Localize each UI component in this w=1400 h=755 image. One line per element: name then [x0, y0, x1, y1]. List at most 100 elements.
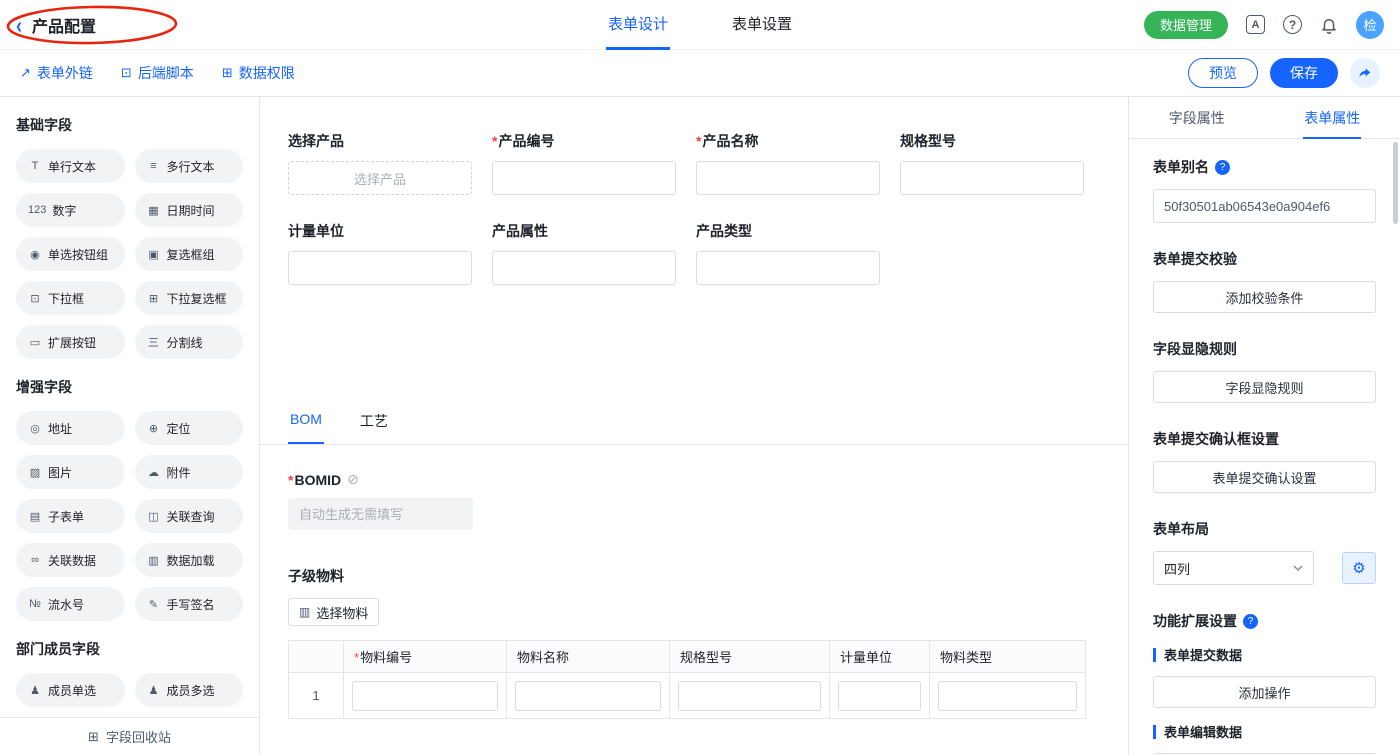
select-material-label: 选择物料	[316, 603, 368, 622]
col-material-code: *物料编号	[344, 641, 507, 673]
divider-icon: 三	[147, 334, 161, 350]
save-button[interactable]: 保存	[1270, 58, 1338, 88]
back-icon[interactable]: ‹	[16, 13, 22, 36]
data-manage-button[interactable]: 数据管理	[1144, 11, 1228, 39]
eye-off-icon[interactable]: ⊘	[347, 471, 359, 488]
field-item-single-line-text[interactable]: T 单行文本	[16, 149, 125, 183]
field-item-image[interactable]: ▨ 图片	[16, 455, 125, 489]
field-item-address[interactable]: ◎ 地址	[16, 411, 125, 445]
submit-data-add-button[interactable]: 添加操作	[1153, 676, 1376, 708]
field-product-attr[interactable]: 产品属性	[492, 221, 676, 285]
field-item-label: 关联查询	[167, 508, 215, 525]
bomid-input[interactable]	[288, 498, 473, 530]
field-item-label: 手写签名	[167, 596, 215, 613]
scrollbar-thumb[interactable]	[1393, 142, 1398, 224]
confirm-dialog-button[interactable]: 表单提交确认设置	[1153, 461, 1376, 493]
add-validation-button[interactable]: 添加校验条件	[1153, 281, 1376, 313]
layout-select-value: 四列	[1164, 559, 1190, 578]
main-area: 基础字段 T 单行文本 ≡ 多行文本 123 数字 ▦ 日期时间	[0, 97, 1400, 755]
select-material-button[interactable]: ▥ 选择物料	[288, 598, 379, 626]
field-item-number[interactable]: 123 数字	[16, 193, 125, 227]
signature-icon: ✎	[147, 598, 161, 611]
field-label: 选择产品	[288, 131, 344, 151]
form-external-link[interactable]: ↗ 表单外链	[20, 63, 93, 83]
field-item-select[interactable]: ⊡ 下拉框	[16, 281, 125, 315]
spec-model-input[interactable]	[900, 161, 1084, 195]
gear-icon: ⚙	[1352, 559, 1365, 577]
tab-field-properties[interactable]: 字段属性	[1129, 97, 1265, 138]
field-spec-model[interactable]: 规格型号	[900, 131, 1084, 195]
field-item-signature[interactable]: ✎ 手写签名	[135, 587, 244, 621]
confirm-dialog-section: 表单提交确认框设置 表单提交确认设置	[1153, 429, 1376, 493]
field-item-multi-select[interactable]: ⊞ 下拉复选框	[135, 281, 244, 315]
field-item-divider[interactable]: 三 分割线	[135, 325, 244, 359]
field-item-radio-group[interactable]: ◉ 单选按钮组	[16, 237, 125, 271]
tab-bom[interactable]: BOM	[288, 403, 324, 444]
field-unit[interactable]: 计量单位	[288, 221, 472, 285]
field-item-label: 子表单	[48, 508, 84, 525]
field-bomid[interactable]: * BOMID ⊘	[288, 471, 1100, 530]
preview-button[interactable]: 预览	[1188, 58, 1258, 88]
product-attr-input[interactable]	[492, 251, 676, 285]
product-name-input[interactable]	[696, 161, 880, 195]
tab-form-settings[interactable]: 表单设置	[730, 0, 794, 50]
field-item-label: 附件	[167, 464, 191, 481]
tab-process[interactable]: 工艺	[358, 403, 390, 444]
dropdown-multi-icon: ⊞	[147, 292, 161, 305]
field-item-related-query[interactable]: ◫ 关联查询	[135, 499, 244, 533]
material-unit-input[interactable]	[838, 681, 921, 711]
field-select-product[interactable]: 选择产品 选择产品	[288, 131, 472, 195]
layout-select[interactable]: 四列	[1153, 551, 1314, 585]
help-icon[interactable]: ?	[1215, 160, 1230, 175]
field-product-type[interactable]: 产品类型	[696, 221, 880, 285]
field-item-multi-line-text[interactable]: ≡ 多行文本	[135, 149, 244, 183]
field-item-serial-number[interactable]: № 流水号	[16, 587, 125, 621]
help-icon[interactable]: ?	[1283, 15, 1302, 34]
permission-icon: ⊞	[222, 65, 233, 81]
field-item-attachment[interactable]: ☁ 附件	[135, 455, 244, 489]
visibility-rules-button[interactable]: 字段显隐规则	[1153, 371, 1376, 403]
required-asterisk: *	[492, 133, 497, 149]
field-item-datetime[interactable]: ▦ 日期时间	[135, 193, 244, 227]
field-product-code[interactable]: * 产品编号	[492, 131, 676, 195]
avatar[interactable]: 检	[1356, 11, 1384, 39]
field-item-member-single[interactable]: ♟ 成员单选	[16, 673, 125, 707]
unit-input[interactable]	[288, 251, 472, 285]
required-asterisk: *	[696, 133, 701, 149]
tab-form-design[interactable]: 表单设计	[606, 0, 670, 50]
field-item-checkbox-group[interactable]: ▣ 复选框组	[135, 237, 244, 271]
field-item-location[interactable]: ⊕ 定位	[135, 411, 244, 445]
layout-gear-button[interactable]: ⚙	[1342, 552, 1376, 584]
material-code-input[interactable]	[352, 681, 498, 711]
material-spec-input[interactable]	[678, 681, 821, 711]
tab-form-properties[interactable]: 表单属性	[1265, 97, 1400, 138]
data-permission-link[interactable]: ⊞ 数据权限	[222, 63, 295, 83]
backend-script-link[interactable]: ⊡ 后端脚本	[121, 63, 194, 83]
material-table-header: *物料编号 物料名称 规格型号 计量单位 物料类型	[289, 641, 1086, 673]
tab-process-label: 工艺	[360, 413, 388, 429]
field-recycle-bin[interactable]: ⊞ 字段回收站	[0, 717, 259, 755]
form-alias-input[interactable]	[1153, 189, 1376, 223]
picker-placeholder: 选择产品	[354, 169, 406, 188]
language-icon[interactable]: A	[1246, 15, 1265, 34]
field-item-data-load[interactable]: ▥ 数据加载	[135, 543, 244, 577]
field-item-label: 关联数据	[48, 552, 96, 569]
field-item-member-multi[interactable]: ♟ 成员多选	[135, 673, 244, 707]
section-title-enhanced-fields: 增强字段	[16, 377, 243, 397]
field-product-name[interactable]: * 产品名称	[696, 131, 880, 195]
field-label: 产品属性	[492, 221, 548, 241]
select-product-picker[interactable]: 选择产品	[288, 161, 472, 195]
tab-field-properties-label: 字段属性	[1169, 108, 1225, 128]
field-item-subform[interactable]: ▤ 子表单	[16, 499, 125, 533]
material-name-input[interactable]	[515, 681, 661, 711]
related-query-icon: ◫	[147, 510, 161, 523]
share-button[interactable]	[1350, 58, 1380, 88]
material-type-input[interactable]	[938, 681, 1077, 711]
tab-form-properties-label: 表单属性	[1304, 108, 1360, 128]
help-icon[interactable]: ?	[1243, 614, 1258, 629]
product-type-input[interactable]	[696, 251, 880, 285]
bell-icon[interactable]	[1320, 16, 1338, 34]
field-item-related-data[interactable]: ∞ 关联数据	[16, 543, 125, 577]
field-item-extend-button[interactable]: ▭ 扩展按钮	[16, 325, 125, 359]
product-code-input[interactable]	[492, 161, 676, 195]
